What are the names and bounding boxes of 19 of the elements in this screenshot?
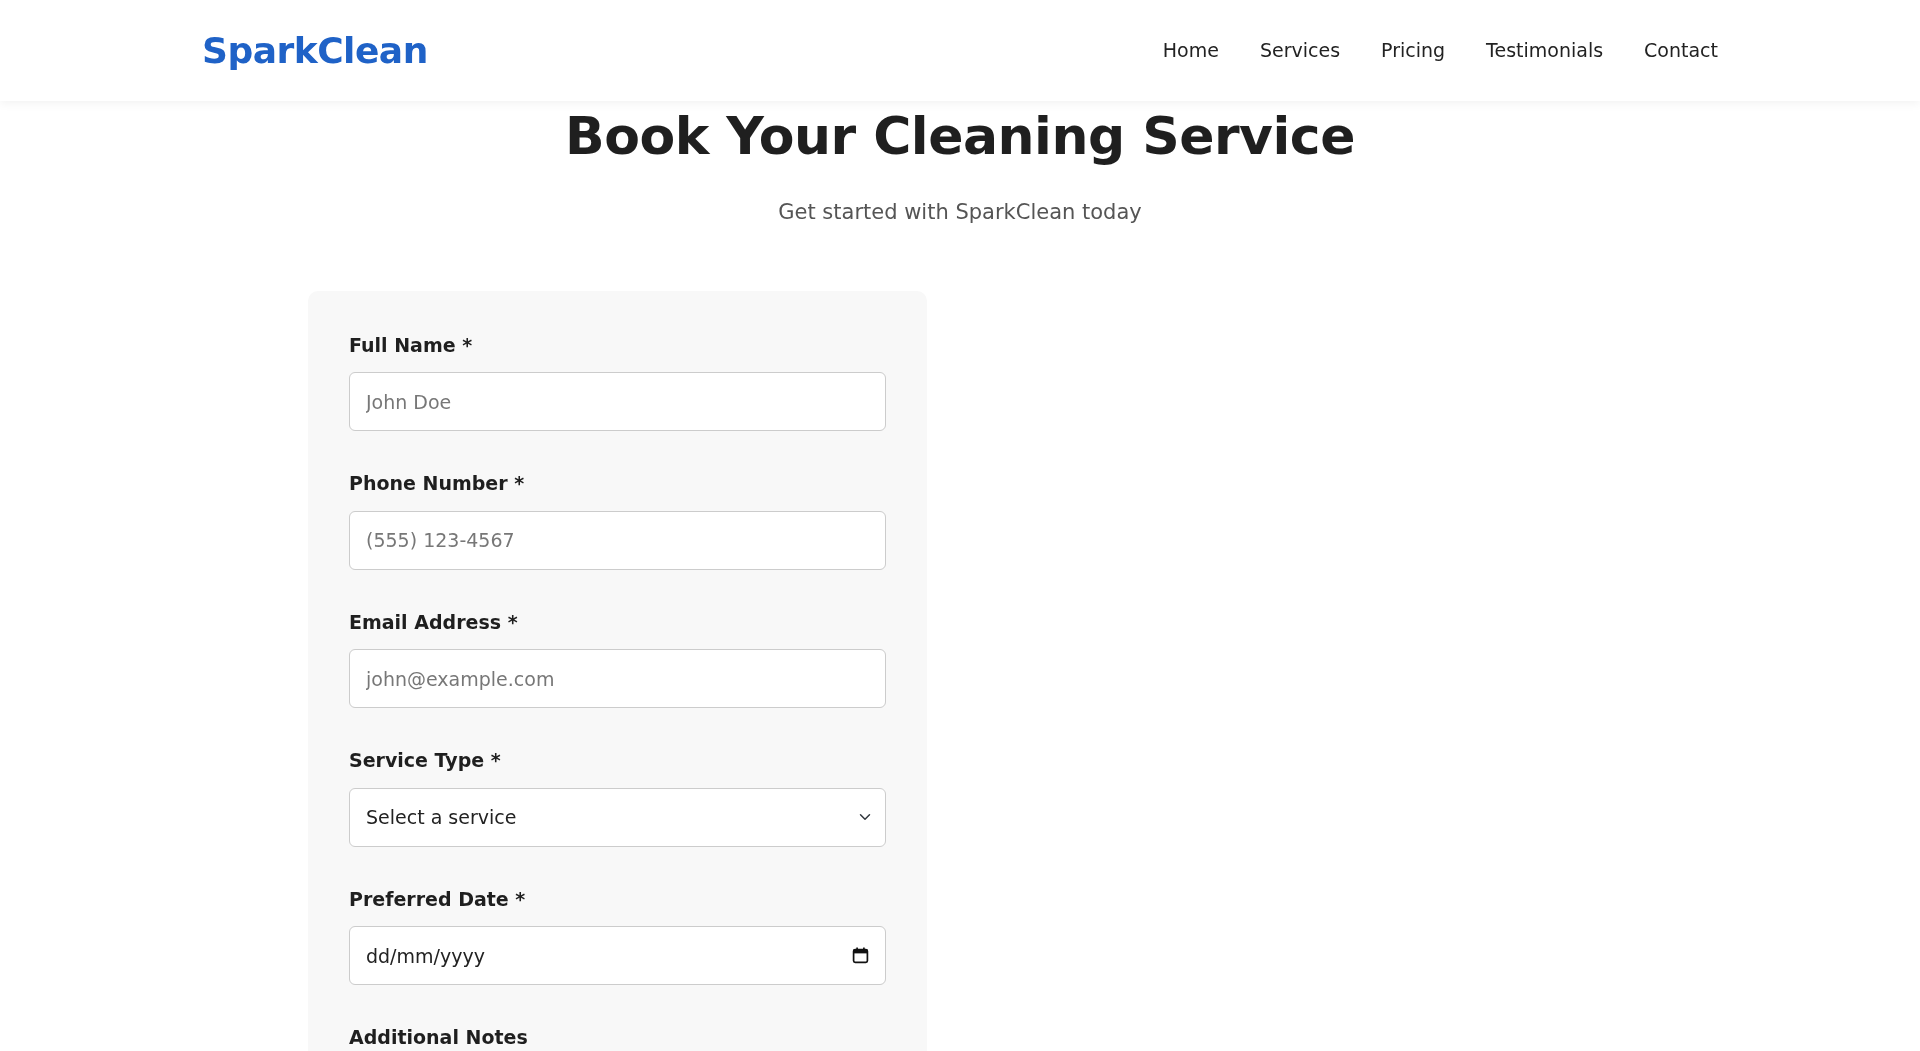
brand-logo[interactable]: SparkClean [202, 23, 428, 78]
page-subtitle: Get started with SparkClean today [778, 199, 1142, 227]
calendar-icon[interactable] [852, 947, 869, 965]
field-label: Email Address * [349, 609, 519, 635]
nav-link[interactable]: Services [1259, 36, 1341, 65]
field-label: Phone Number * [349, 471, 526, 497]
nav-link[interactable]: Home [1162, 36, 1219, 65]
nav-link[interactable]: Contact [1644, 36, 1718, 65]
field-label: Service Type * [349, 748, 502, 774]
nav-link[interactable]: Pricing [1381, 36, 1446, 65]
date-field[interactable]: dd/mm/yyyy [349, 926, 886, 986]
input-field[interactable]: john@example.com [349, 649, 886, 709]
field-label: Full Name * [349, 332, 474, 358]
input-field[interactable]: (555) 123-4567 [349, 510, 886, 570]
page-heading: Book Your Cleaning Service [564, 105, 1356, 168]
service-select[interactable]: Select a service [349, 787, 886, 847]
field-label: Preferred Date * [349, 886, 527, 912]
field-label: Additional Notes [349, 1025, 529, 1051]
nav-link[interactable]: Testimonials [1486, 36, 1604, 65]
